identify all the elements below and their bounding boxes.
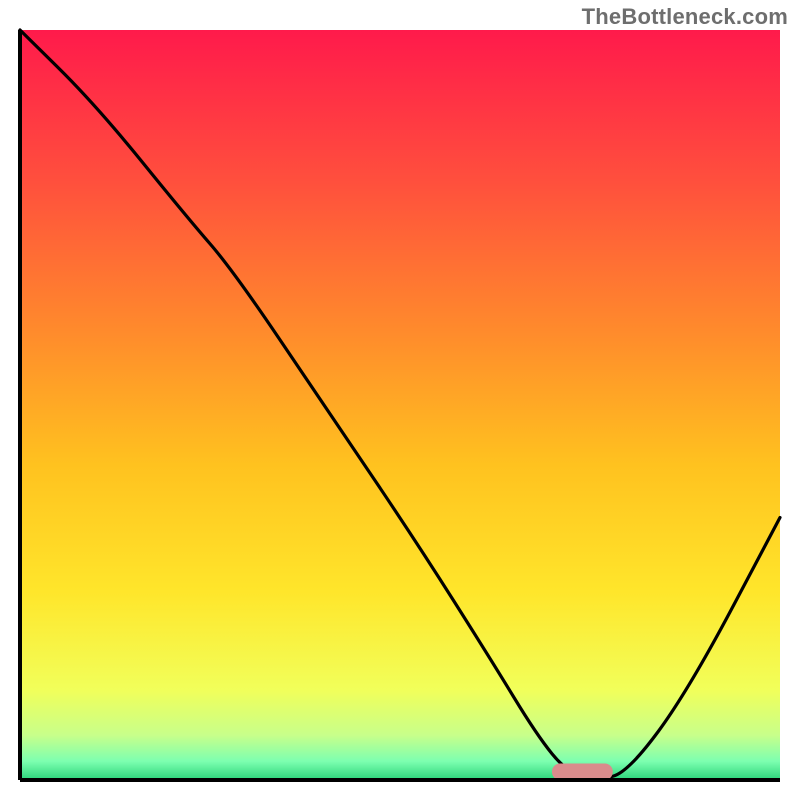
plot-background <box>20 30 780 780</box>
chart-container: TheBottleneck.com <box>0 0 800 800</box>
watermark-label: TheBottleneck.com <box>582 4 788 30</box>
optimal-range-marker <box>552 764 613 781</box>
bottleneck-chart <box>0 0 800 800</box>
